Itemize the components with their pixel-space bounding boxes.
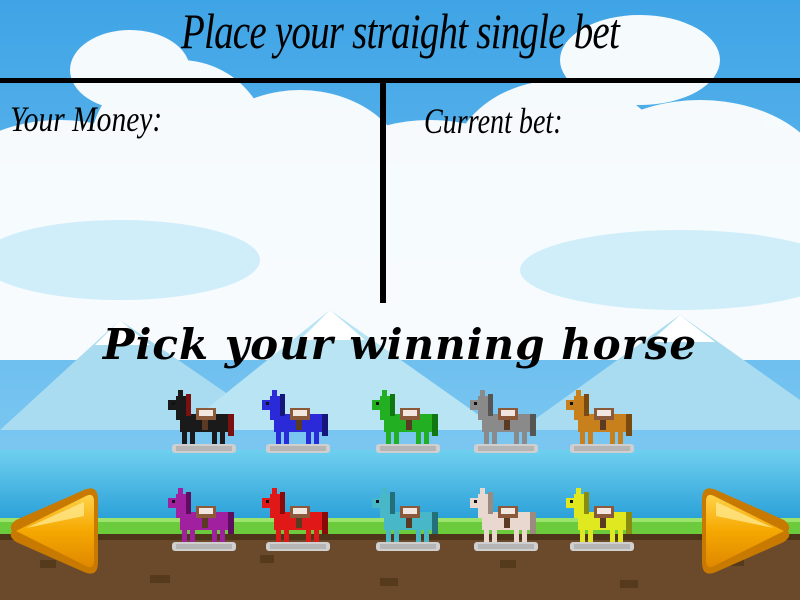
panel-divider xyxy=(380,83,386,303)
horse-option-8[interactable] xyxy=(372,486,444,552)
current-bet-label: Current bet: xyxy=(424,101,563,141)
money-label: Your Money: xyxy=(10,99,163,139)
horse-option-10[interactable] xyxy=(566,486,638,552)
horse-option-9[interactable] xyxy=(470,486,542,552)
left-arrow-button[interactable] xyxy=(4,486,102,576)
horse-option-1[interactable] xyxy=(168,388,240,454)
horse-option-4[interactable] xyxy=(470,388,542,454)
horse-option-6[interactable] xyxy=(168,486,240,552)
horse-option-5[interactable] xyxy=(566,388,638,454)
header-divider xyxy=(0,78,800,83)
page-title: Place your straight single bet xyxy=(180,3,620,59)
horse-option-3[interactable] xyxy=(372,388,444,454)
horse-option-2[interactable] xyxy=(262,388,334,454)
horse-option-7[interactable] xyxy=(262,486,334,552)
right-arrow-button[interactable] xyxy=(698,486,796,576)
pick-horse-prompt: Pick your winning horse xyxy=(102,320,698,369)
